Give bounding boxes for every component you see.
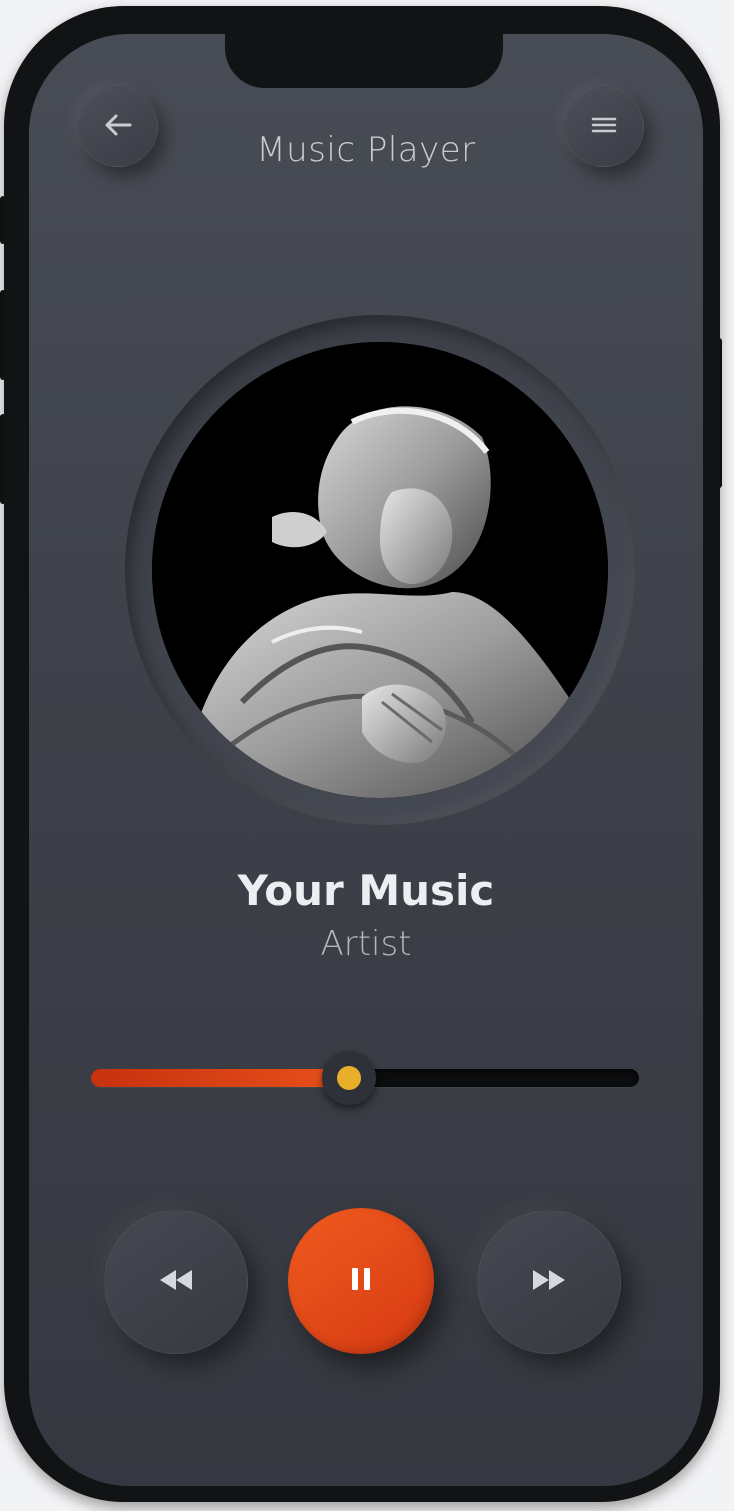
track-title: Your Music — [237, 866, 495, 915]
menu-button[interactable] — [564, 87, 644, 167]
forward-button[interactable] — [477, 1210, 621, 1354]
notch — [225, 34, 503, 88]
pause-icon — [347, 1264, 375, 1298]
page: Music Player Your Music Artist — [0, 0, 734, 1511]
app-screen: Music Player Your Music Artist — [29, 34, 703, 1486]
statue-artwork — [152, 342, 608, 798]
album-art-frame — [125, 315, 635, 825]
progress-fill — [91, 1069, 349, 1087]
progress-knob-dot — [336, 1066, 361, 1090]
track-artist: Artist — [320, 924, 412, 964]
hamburger-menu-icon — [589, 113, 619, 141]
progress-knob[interactable] — [321, 1051, 376, 1105]
rewind-icon — [156, 1266, 196, 1298]
album-art — [152, 342, 608, 798]
progress-slider[interactable] — [91, 1051, 639, 1105]
fast-forward-icon — [529, 1266, 569, 1298]
rewind-button[interactable] — [104, 1210, 248, 1354]
pause-button[interactable] — [288, 1208, 434, 1354]
